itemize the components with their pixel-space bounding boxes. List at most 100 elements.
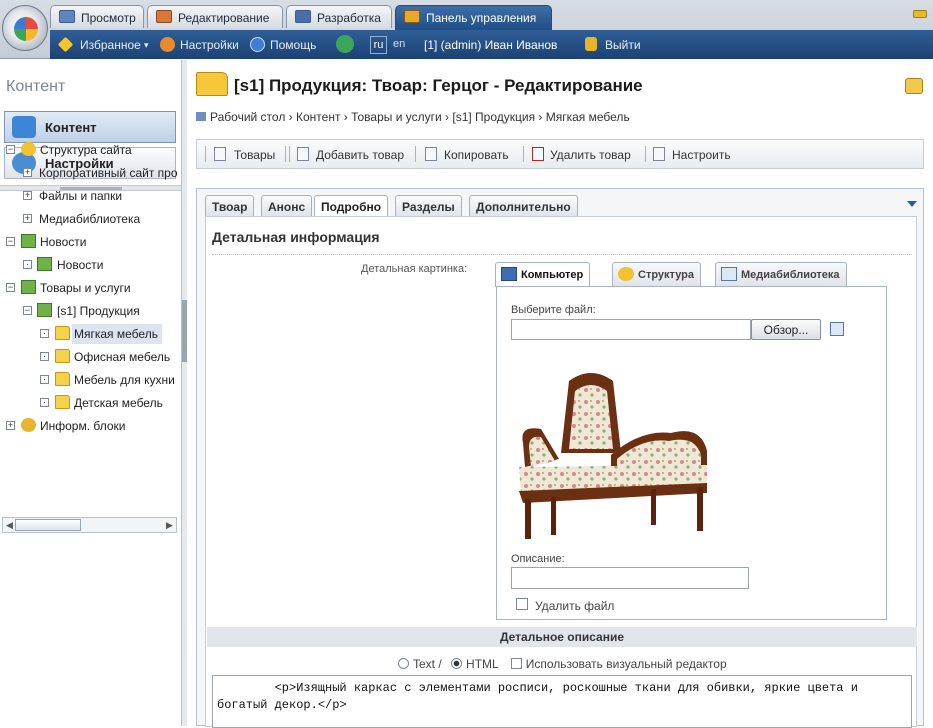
description-input[interactable] [511,567,749,589]
tree-item-kitchen-furniture[interactable]: · Мебель для кухни [0,370,180,390]
folder-icon [55,372,70,386]
copy-button[interactable]: Копировать [444,148,509,162]
tab-computer[interactable]: Компьютер [495,262,591,287]
folder-icon [55,326,70,340]
detail-text-editor[interactable]: <p>Изящный каркас с элементами росписи, … [212,675,912,728]
collapse-toggle[interactable]: − [6,283,15,292]
tree-item-goods-root[interactable]: − Товары и услуги [0,278,180,298]
breadcrumb-text[interactable]: Рабочий стол › Контент › Товары и услуги… [210,110,630,124]
tree-label: Файлы и папки [39,189,123,203]
configure-button[interactable]: Настроить [672,148,731,162]
structure-icon [618,267,634,281]
logout-link[interactable]: Выйти [605,38,641,52]
expand-toggle[interactable]: · [40,398,49,407]
add-item-button[interactable]: Добавить товар [316,148,404,162]
lang-en[interactable]: en [393,38,405,50]
tabs-menu-arrow-icon[interactable] [907,201,917,207]
expand-toggle[interactable]: · [40,375,49,384]
toolbar-separator [415,146,416,162]
visual-editor-checkbox[interactable] [510,658,522,669]
scroll-right-arrow[interactable]: ▶ [166,520,173,531]
tree-item-office-furniture[interactable]: · Офисная мебель [0,347,180,367]
browse-button[interactable]: Обзор... [751,319,821,340]
user-name[interactable]: [1] (admin) Иван Иванов [424,38,557,52]
folder-icon [196,72,228,96]
tab-item[interactable]: Твоар [205,195,255,217]
detail-description-header: Детальное описание [207,627,917,647]
copy-icon [425,147,437,161]
tab-structure[interactable]: Структура [612,262,701,286]
tab-label: Редактирование [178,11,270,25]
tree-label: [s1] Продукция [57,304,140,318]
settings-link[interactable]: Настройки [180,38,239,52]
tree-label: Структура сайта [40,143,132,157]
tree-item-info-blocks[interactable]: + Информ. блоки [0,416,180,436]
tab-develop[interactable]: Разработка [286,5,392,28]
delete-file-label: Удалить файл [535,599,615,613]
scroll-thumb[interactable] [15,519,81,531]
tree-item-kids-furniture[interactable]: · Детская мебель [0,393,180,413]
tab-control-panel[interactable]: Панель управления [395,5,552,30]
sidebar-button-content[interactable]: Контент [4,111,176,143]
expand-toggle[interactable]: + [6,421,15,430]
tab-details[interactable]: Подробно [314,195,389,218]
refresh-icon[interactable] [336,35,354,53]
chevron-down-icon[interactable]: ▾ [144,40,149,51]
divider [212,254,912,255]
tree-item-site-structure[interactable]: − Структура сайта [0,140,180,160]
tree-label: Офисная мебель [74,350,171,364]
favorites-menu[interactable]: Избранное [80,38,141,52]
collapse-toggle[interactable]: − [6,145,15,154]
tree-item-news-root[interactable]: − Новости [0,232,180,252]
delete-file-checkbox[interactable] [516,598,528,610]
sidebar-button-label: Контент [45,120,97,135]
develop-icon [295,10,311,23]
tree-item-products[interactable]: − [s1] Продукция [0,301,180,321]
scroll-left-arrow[interactable]: ◀ [6,520,13,531]
structure-icon [21,142,36,156]
vertical-splitter[interactable] [181,60,187,726]
tab-label: Разработка [317,11,381,25]
expand-toggle[interactable]: · [40,329,49,338]
toolbar-separator [285,146,286,162]
expand-toggle[interactable]: + [23,191,32,200]
tree-item-medialib[interactable]: + Медиабиблиотека [0,209,180,229]
tab-view[interactable]: Просмотр [50,5,144,28]
home-icon [196,112,206,121]
tree-item-files[interactable]: + Файлы и папки [0,186,180,206]
tab-announce[interactable]: Анонс [261,195,313,217]
splitter-grip[interactable] [182,300,187,362]
start-menu-button[interactable] [2,5,48,51]
collapse-toggle[interactable]: − [23,306,32,315]
collapse-toggle[interactable]: − [6,237,15,246]
folder-icon [55,349,70,363]
help-link[interactable]: Помощь [270,38,316,52]
gear-icon [160,37,175,52]
tree-item-soft-furniture[interactable]: · Мягкая мебель [0,324,180,344]
expand-toggle[interactable]: · [40,352,49,361]
expand-toggle[interactable]: + [23,168,32,177]
tab-sections[interactable]: Разделы [395,195,462,217]
action-toolbar: Товары Добавить товар Копировать Удалить… [196,139,924,169]
tab-medialib[interactable]: Медиабиблиотека [715,262,847,286]
tree-item-corporate-site[interactable]: + Корпоративный сайт про [0,163,180,183]
page-title: [s1] Продукция: Твоар: Герцог - Редактир… [234,76,643,95]
help-link-icon[interactable] [905,78,923,94]
lang-ru[interactable]: ru [370,36,387,54]
tab-additional[interactable]: Дополнительно [469,195,578,217]
tree-item-news[interactable]: · Новости [0,255,180,275]
main-content: [s1] Продукция: Твоар: Герцог - Редактир… [188,60,933,728]
tab-edit[interactable]: Редактирование [147,5,283,28]
expand-toggle[interactable]: + [23,214,32,223]
pin-icon[interactable] [913,10,927,18]
edit-icon [156,10,172,23]
tree-horizontal-scrollbar[interactable]: ◀ ▶ [2,517,177,533]
delete-item-button[interactable]: Удалить товар [550,148,631,162]
goods-button[interactable]: Товары [234,148,275,162]
settings-icon [653,147,665,161]
medialib-picker-icon[interactable] [830,322,844,336]
html-mode-radio[interactable] [451,658,463,669]
file-path-input[interactable] [511,319,751,340]
expand-toggle[interactable]: · [23,260,32,269]
text-mode-radio[interactable] [398,658,409,669]
